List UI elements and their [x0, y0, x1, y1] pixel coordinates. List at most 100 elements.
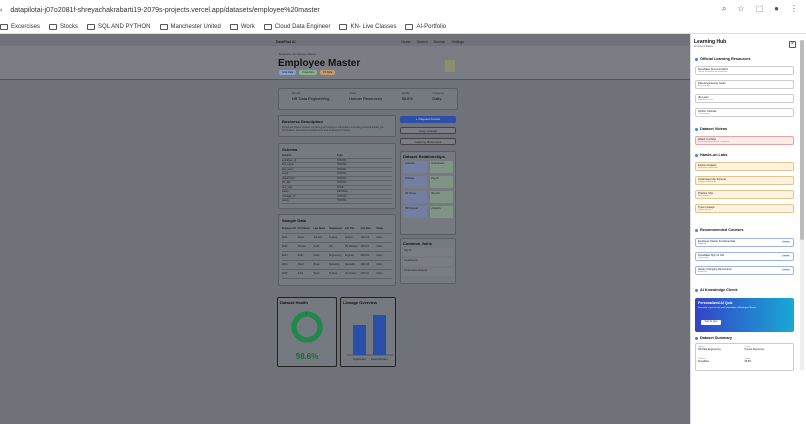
menu-icon[interactable]: ⋮ — [790, 4, 798, 14]
bookmark-item[interactable]: Manchester United — [159, 23, 221, 30]
browser-chrome: ‹ datapilotai-j07o2081f-shreyachakrabart… — [0, 0, 806, 34]
bookmark-item[interactable]: Work — [229, 23, 255, 30]
schema-cell: STRING — [337, 181, 347, 185]
join-item[interactable]: Performance Reviews — [403, 268, 453, 276]
bookmark-item[interactable]: AI-Portfolio — [405, 23, 446, 30]
panel-item[interactable]: Understand the Schema Column walkthrough — [695, 176, 794, 185]
table-cell: David — [297, 264, 304, 266]
join-item[interactable]: Payroll — [403, 248, 453, 256]
table-cell: Smith — [313, 246, 320, 248]
upstream-item[interactable]: HR Source — [403, 191, 427, 203]
table-cell: Emily — [297, 255, 304, 257]
nav-link[interactable]: Settings — [451, 40, 464, 44]
item-subtitle: Best practices — [698, 85, 711, 87]
summary-value: HR Data Engineering — [698, 348, 721, 351]
table-row: E001 Sarah Johnson Finance Analyst 2021-03 Act… — [282, 234, 392, 243]
panel-item[interactable]: Slowly Changing Dimensions Advanced Course — [695, 266, 794, 275]
brand[interactable]: DataPilot AI — [276, 40, 296, 44]
upstream-item[interactable]: Workday — [403, 176, 427, 188]
schema-cell: email — [282, 172, 288, 176]
extensions-icon[interactable]: ⬚ — [756, 4, 764, 14]
downstream-item[interactable]: Benefits — [429, 191, 453, 203]
upstream-item[interactable]: Upstream — [403, 161, 427, 173]
stat-value: Human Resources — [349, 96, 383, 101]
item-subtitle: Orchestration — [698, 113, 711, 115]
downstream-item[interactable]: Payroll — [429, 176, 453, 188]
health-card: Dataset Health 98.6% — [277, 297, 337, 367]
bookmark-item[interactable]: KN- Live Classes — [339, 23, 396, 30]
bookmark-item[interactable]: Excercises — [0, 23, 41, 30]
downstream-item[interactable]: Downstream — [429, 161, 453, 173]
stat-item: Domain HR Data Engineering — [292, 92, 330, 106]
bookmark-item[interactable]: Cloud Data Engineer — [263, 23, 330, 30]
join-item[interactable]: Departments — [403, 258, 453, 266]
panel-item[interactable]: Airflow Tutorials Orchestration — [695, 108, 794, 117]
table-cell: E002 — [282, 246, 288, 248]
nav-link[interactable]: Browse — [434, 40, 446, 44]
bookmark-item[interactable]: Stocks — [49, 23, 78, 30]
folder-icon — [49, 23, 58, 30]
schema-cell: STRING — [337, 163, 347, 167]
sample-data-card: Sample Data Employee ID First Name Last Na… — [278, 214, 396, 286]
panel-item[interactable]: Data Engineering Guide Best practices — [695, 80, 794, 89]
nav-link[interactable]: Home — [401, 40, 410, 44]
upstream-item[interactable]: HRIS Extract — [403, 206, 427, 218]
video-item[interactable]: Watch YouTube Learn Employee Master in mi… — [695, 136, 794, 145]
start-quiz-button[interactable]: Start AI Quiz — [701, 320, 721, 325]
course-badge: Course — [780, 241, 791, 243]
panel-item[interactable]: Snowflake SQL for HR Intermediate Course — [695, 252, 794, 261]
sample-header-cell: Hire Date — [360, 228, 371, 230]
table-cell: Davis — [313, 255, 320, 257]
table-cell: Engineering — [329, 255, 342, 257]
summary-item: Domain HR Data Engineering — [698, 346, 745, 358]
table-cell: E003 — [282, 255, 288, 257]
sample-header-cell: Status — [376, 228, 384, 230]
breadcrumb[interactable]: Datasets / Employee Master — [279, 52, 317, 56]
panel-item[interactable]: Snowflake Documentation Official Snowflak… — [695, 66, 794, 75]
schema-cell: STRING — [337, 176, 347, 180]
panel-item[interactable]: dbt Learn Free dbt courses — [695, 94, 794, 103]
lineage-card: Lineage Overview Upstream Downstream — [340, 297, 396, 367]
nav-link[interactable]: Search — [417, 40, 428, 44]
sample-title: Sample Data — [282, 218, 307, 223]
bookmark-item[interactable]: SQL AND PYTHON — [87, 23, 151, 30]
summary-card: Domain HR Data Engineering Owner Human Reso… — [695, 343, 794, 371]
panel-item[interactable]: Trace Lineage Follow the flow — [695, 204, 794, 213]
bookmark-label: Excercises — [11, 23, 41, 30]
star-icon[interactable]: ☆ — [737, 4, 744, 14]
schema-cell: department — [282, 176, 295, 180]
tag-badge: Production — [299, 70, 318, 75]
panel-item[interactable]: Practice SQL Write queries — [695, 190, 794, 199]
sample-header-cell: Employee ID — [282, 228, 296, 230]
zoom-icon[interactable]: ⌕ — [722, 4, 726, 14]
copy-lineage-button[interactable]: Copy Lineage — [400, 127, 456, 134]
address-bar[interactable]: ‹ datapilotai-j07o2081f-shreyachakrabart… — [0, 2, 806, 18]
panel-scrollbar[interactable] — [800, 40, 804, 370]
lineage-chart: Upstream Downstream — [347, 315, 393, 361]
panel-item[interactable]: Employee Master Fundamentals Beginner Cour… — [695, 238, 794, 247]
table-cell: Finance — [329, 237, 338, 239]
table-cell: 2019-07 — [360, 246, 370, 248]
downstream-item[interactable]: Analytics — [429, 206, 453, 218]
table-cell: E004 — [282, 264, 288, 266]
table-cell: 2022-05 — [360, 264, 370, 266]
url-text[interactable]: datapilotai-j07o2081f-shreyachakrabarti1… — [10, 7, 319, 14]
item-subtitle: Free dbt courses — [698, 99, 714, 101]
bookmark-label: SQL AND PYTHON — [98, 23, 151, 30]
schema-cell: STRING — [337, 172, 347, 176]
request-access-button[interactable]: + Request Access — [400, 116, 456, 123]
learning-resources-button[interactable]: Learning Resources — [400, 138, 456, 145]
item-subtitle: Beginner — [698, 243, 707, 245]
ai-quiz-card: Personalized AI Quiz Generate a quiz to … — [695, 298, 794, 332]
profile-icon[interactable]: ● — [774, 4, 779, 14]
schema-cell: STRING — [337, 167, 347, 171]
tag-badge: Gold Data — [279, 70, 297, 75]
relationships-title: Dataset Relationships — [403, 154, 445, 159]
close-icon[interactable]: × — [789, 41, 796, 48]
panel-item[interactable]: Explore Dataset Interactive exploration — [695, 162, 794, 171]
back-icon[interactable]: ‹ — [0, 7, 2, 14]
course-badge: Course — [780, 255, 791, 257]
schema-cell: DATE — [337, 185, 344, 189]
table-cell: Active — [376, 237, 383, 239]
table-cell: Brown — [313, 264, 320, 266]
